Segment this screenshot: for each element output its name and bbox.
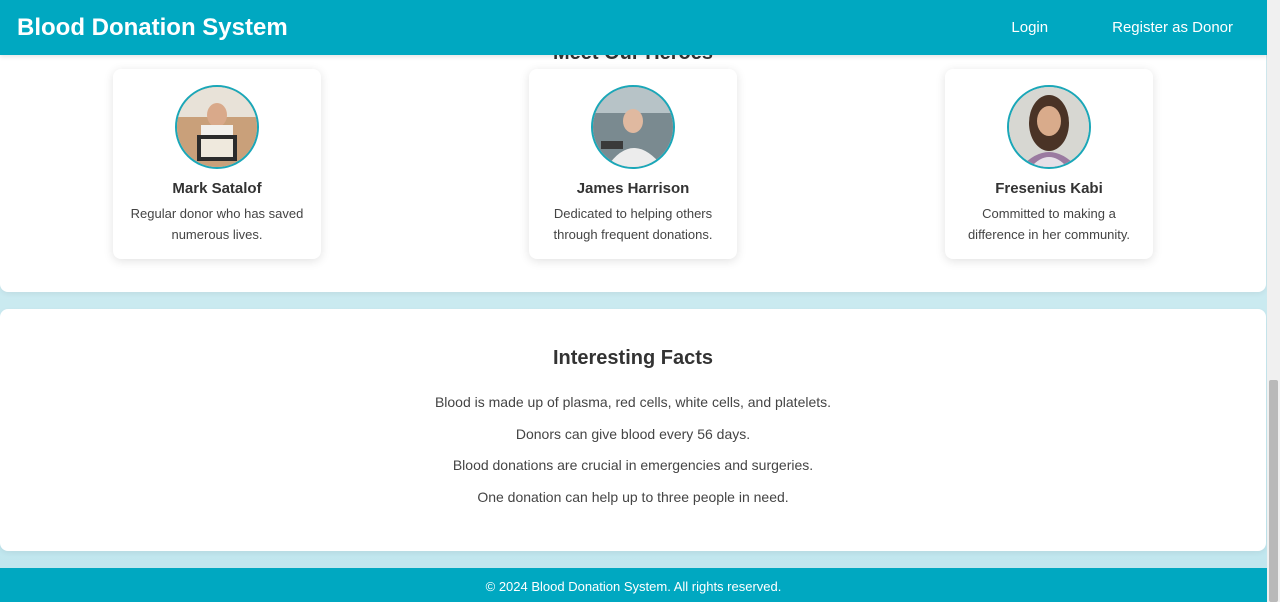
- footer: © 2024 Blood Donation System. All rights…: [0, 568, 1267, 602]
- hero-description: Committed to making a difference in her …: [967, 206, 1131, 242]
- hero-card-james-harrison: James Harrison Dedicated to helping othe…: [529, 69, 737, 259]
- hero-name: Fresenius Kabi: [995, 180, 1103, 197]
- hero-name: James Harrison: [576, 180, 690, 197]
- donor-photo-icon: [1009, 87, 1089, 167]
- hero-avatar: [591, 85, 675, 169]
- register-donor-link[interactable]: Register as Donor: [1112, 19, 1233, 36]
- navbar: Blood Donation System Login Register as …: [0, 0, 1267, 55]
- hero-card-fresenius-kabi: Fresenius Kabi Committed to making a dif…: [945, 69, 1153, 259]
- fact-item: Blood is made up of plasma, red cells, w…: [434, 394, 832, 410]
- fact-item: Blood donations are crucial in emergenci…: [452, 457, 814, 474]
- footer-copyright: © 2024 Blood Donation System. All rights…: [485, 579, 782, 594]
- nav-links: Login Register as Donor: [947, 19, 1233, 36]
- hero-description: Regular donor who has saved numerous liv…: [130, 206, 304, 242]
- donor-photo-icon: [177, 87, 257, 167]
- fact-item: One donation can help up to three people…: [477, 489, 789, 506]
- donor-photo-icon: [593, 87, 673, 167]
- scrollbar-thumb[interactable]: [1269, 380, 1278, 602]
- hero-description: Dedicated to helping others through freq…: [553, 206, 713, 242]
- hero-avatar: [1007, 85, 1091, 169]
- login-link[interactable]: Login: [1011, 19, 1048, 36]
- facts-section: Interesting Facts Blood is made up of pl…: [0, 309, 1266, 551]
- fact-item: Donors can give blood every 56 days.: [515, 425, 751, 442]
- facts-title: Interesting Facts: [552, 347, 714, 369]
- hero-card-mark-satalof: Mark Satalof Regular donor who has saved…: [113, 69, 321, 259]
- brand-title[interactable]: Blood Donation System: [17, 14, 288, 42]
- hero-name: Mark Satalof: [172, 180, 262, 197]
- facts-list: Blood is made up of plasma, red cells, w…: [0, 392, 1266, 507]
- hero-avatar: [175, 85, 259, 169]
- page-viewport: Meet Our Heroes Mark Satalof Regular don…: [0, 0, 1267, 602]
- page-scrollbar[interactable]: [1267, 0, 1280, 602]
